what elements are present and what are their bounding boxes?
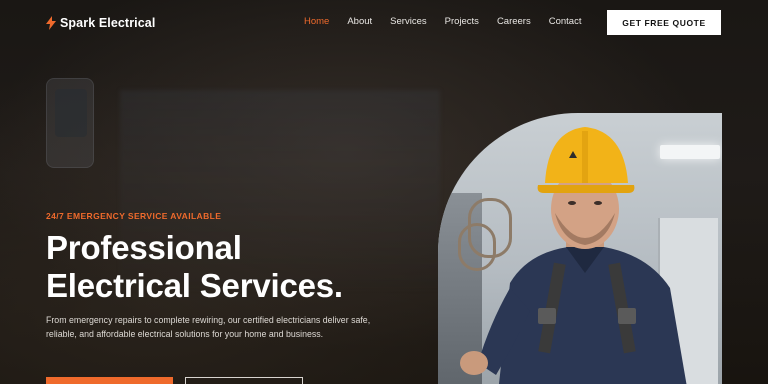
hero-title: Professional Electrical Services. [46,229,343,305]
hero-secondary-button[interactable] [185,377,303,384]
background-electrical-panel [46,78,94,168]
hero-electrician-photo [438,113,722,384]
site-header: Spark Electrical Home About Services Pro… [0,0,768,46]
nav-careers[interactable]: Careers [497,16,531,27]
hero-title-line-2: Electrical Services. [46,267,343,304]
hero-primary-button[interactable] [46,377,173,384]
nav-services[interactable]: Services [390,16,426,27]
electrician-figure [460,127,687,384]
nav-home[interactable]: Home [304,16,329,27]
main-nav: Home About Services Projects Careers Con… [304,16,599,27]
hero-tagline: 24/7 EMERGENCY SERVICE AVAILABLE [46,211,222,221]
hero-description: From emergency repairs to complete rewir… [46,315,371,339]
get-free-quote-button[interactable]: GET FREE QUOTE [607,10,721,35]
brand-logo[interactable]: Spark Electrical [46,16,155,30]
hero-title-line-1: Professional [46,229,242,266]
nav-about[interactable]: About [347,16,372,27]
lightning-bolt-icon [46,16,56,30]
brand-name: Spark Electrical [60,16,156,30]
nav-projects[interactable]: Projects [445,16,479,27]
nav-contact[interactable]: Contact [549,16,582,27]
